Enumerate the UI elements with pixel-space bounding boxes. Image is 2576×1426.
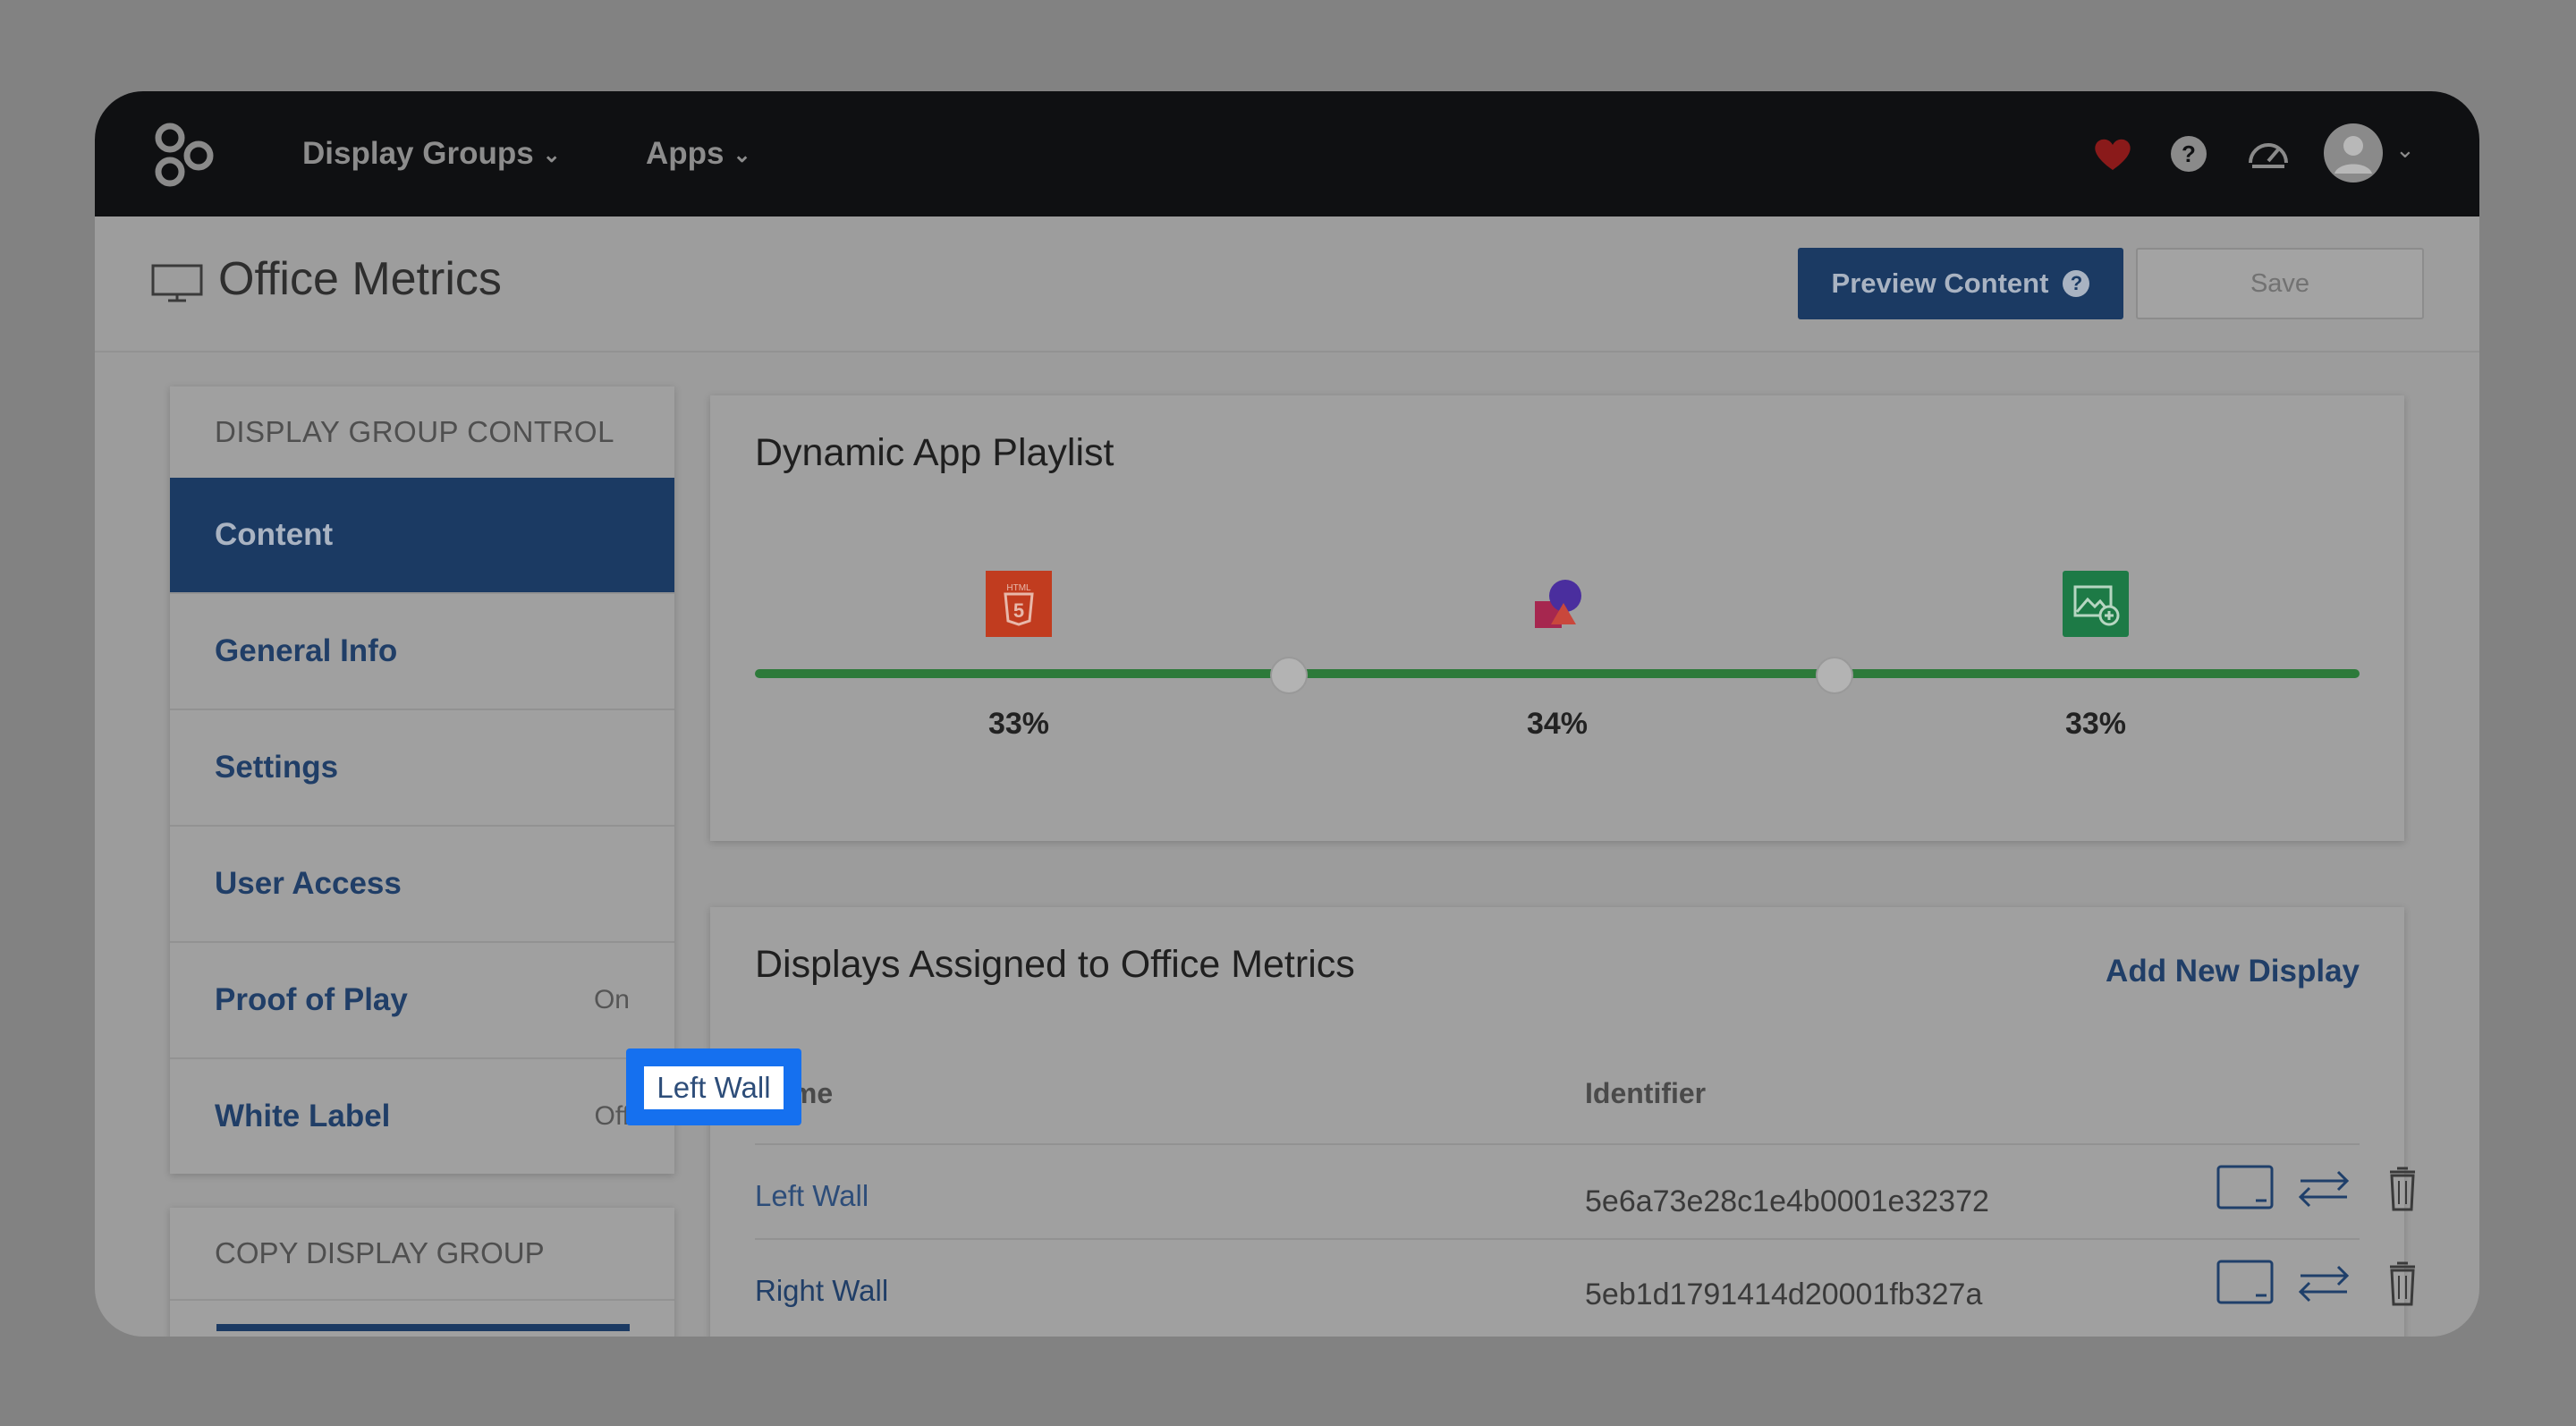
row-divider <box>755 1143 2360 1145</box>
swap-icon[interactable] <box>2295 1165 2352 1211</box>
chevron-down-icon: ⌄ <box>542 142 561 167</box>
screenshot-icon[interactable] <box>2216 1260 2274 1306</box>
display-name-link[interactable]: Left Wall <box>755 1179 869 1213</box>
sidebar-heading: DISPLAY GROUP CONTROL <box>215 415 614 448</box>
app-share-percent: 34% <box>1526 707 1589 741</box>
playlist-title: Dynamic App Playlist <box>755 431 1114 474</box>
column-header-identifier: Identifier <box>1585 1077 1707 1109</box>
trash-icon[interactable] <box>2374 1260 2431 1306</box>
nav-apps-label: Apps <box>646 136 724 171</box>
display-name-link-highlighted[interactable]: Left Wall <box>644 1066 784 1109</box>
sidebar-item-label: Settings <box>215 750 339 785</box>
shapes-icon[interactable] <box>1524 571 1590 637</box>
speedometer-icon[interactable] <box>2241 127 2295 181</box>
display-identifier: 5e6a73e28c1e4b0001e32372 <box>1585 1184 1989 1218</box>
highlighted-target: Left Wall <box>626 1048 801 1125</box>
nav-apps[interactable]: Apps ⌄ <box>646 127 751 181</box>
display-name-link[interactable]: Right Wall <box>755 1274 888 1308</box>
slider-handle[interactable] <box>1270 657 1308 694</box>
sidebar-item-label: General Info <box>215 633 398 668</box>
trash-icon[interactable] <box>2374 1165 2431 1211</box>
app-share-percent: 33% <box>987 707 1050 741</box>
preview-content-button[interactable]: Preview Content ? <box>1798 248 2123 319</box>
sidebar-item-proof-of-play[interactable]: Proof of Play On <box>170 941 674 1057</box>
swap-icon[interactable] <box>2295 1260 2352 1306</box>
top-navigation-bar: Display Groups ⌄ Apps ⌄ ? ⌄ <box>95 91 2479 216</box>
add-new-display-link[interactable]: Add New Display <box>2106 954 2360 989</box>
sidebar-item-label: Content <box>215 517 334 552</box>
sidebar-item-label: White Label <box>215 1099 391 1133</box>
svg-text:HTML: HTML <box>1006 583 1031 593</box>
chevron-down-icon[interactable]: ⌄ <box>2395 136 2415 164</box>
help-icon: ? <box>2063 270 2090 297</box>
app-window: Display Groups ⌄ Apps ⌄ ? ⌄ Office Metri… <box>95 91 2479 1337</box>
page-header: Office Metrics Preview Content ? Save <box>95 216 2479 352</box>
row-divider <box>755 1238 2360 1240</box>
sidebar-item-content[interactable]: Content <box>170 478 674 592</box>
dynamic-app-playlist-card: Dynamic App Playlist HTML 5 33% 34% 33% <box>710 395 2404 841</box>
nav-display-groups-label: Display Groups <box>302 136 534 171</box>
save-button[interactable]: Save <box>2136 248 2424 319</box>
svg-text:5: 5 <box>1013 599 1024 622</box>
sidebar-item-label: Proof of Play <box>215 982 408 1017</box>
avatar[interactable] <box>2322 122 2385 184</box>
nav-display-groups[interactable]: Display Groups ⌄ <box>302 127 561 181</box>
copy-display-group-panel: COPY DISPLAY GROUP <box>170 1208 674 1337</box>
app-logo[interactable] <box>148 118 220 190</box>
sidebar-item-white-label[interactable]: White Label Off <box>170 1057 674 1174</box>
sidebar-item-general-info[interactable]: General Info <box>170 592 674 709</box>
screenshot-icon[interactable] <box>2216 1165 2274 1211</box>
page-title: Office Metrics <box>218 253 502 305</box>
svg-text:?: ? <box>2182 140 2196 167</box>
image-add-icon[interactable] <box>2063 571 2129 637</box>
sidebar-item-settings[interactable]: Settings <box>170 709 674 825</box>
display-identifier: 5eb1d1791414d20001fb327a <box>1585 1277 1983 1311</box>
monitor-icon <box>151 264 203 302</box>
help-icon[interactable]: ? <box>2162 127 2216 181</box>
heart-icon[interactable] <box>2086 127 2140 181</box>
sidebar-item-label: User Access <box>215 866 402 901</box>
displays-assigned-card: Displays Assigned to Office Metrics Add … <box>710 907 2415 1337</box>
slider-handle[interactable] <box>1816 657 1853 694</box>
status-badge: Off <box>594 1101 630 1131</box>
chevron-down-icon: ⌄ <box>733 142 751 167</box>
app-share-percent: 33% <box>2064 707 2127 741</box>
status-badge: On <box>593 985 630 1014</box>
copy-display-group-button[interactable] <box>216 1324 630 1331</box>
displays-title: Displays Assigned to Office Metrics <box>755 943 1355 986</box>
html5-icon[interactable]: HTML 5 <box>986 571 1052 637</box>
preview-content-label: Preview Content <box>1831 267 2049 299</box>
copy-display-group-heading: COPY DISPLAY GROUP <box>170 1208 674 1301</box>
playlist-slider-track[interactable] <box>755 669 2360 678</box>
display-group-control-panel: DISPLAY GROUP CONTROL Content General In… <box>170 386 674 1174</box>
sidebar-item-user-access[interactable]: User Access <box>170 825 674 941</box>
